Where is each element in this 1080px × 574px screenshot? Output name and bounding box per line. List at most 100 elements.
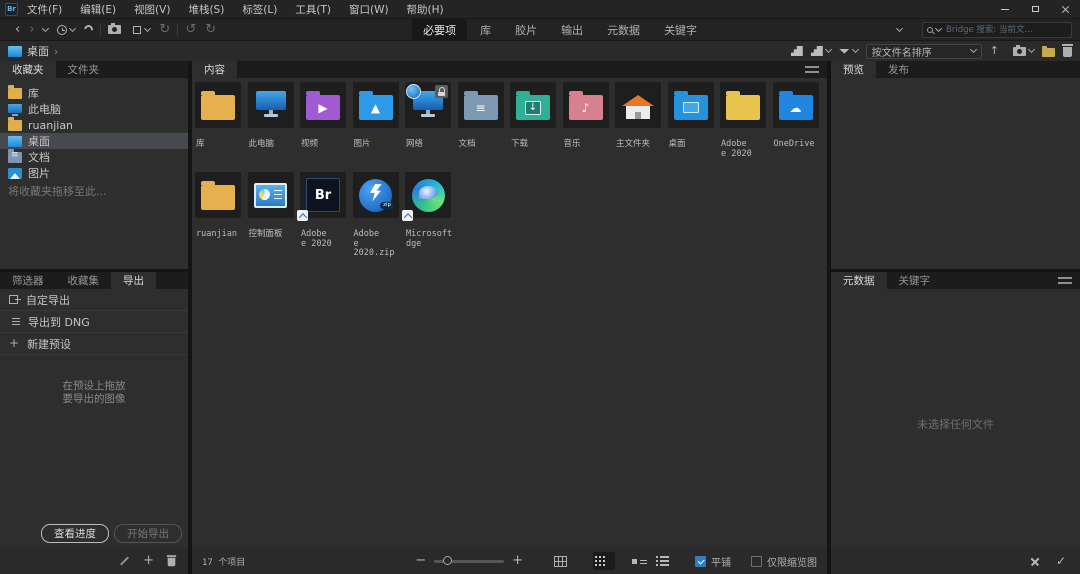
content-item-tile[interactable]	[668, 82, 714, 128]
apply-check-icon[interactable]: ✓	[1056, 556, 1066, 566]
menu-item[interactable]: 帮助(H)	[398, 2, 453, 17]
details-view-button[interactable]	[623, 552, 645, 570]
back-button[interactable]: ‹	[15, 25, 20, 35]
content-item[interactable]: ≡ 文档	[458, 82, 504, 172]
panel-tab[interactable]: 收藏夹	[0, 61, 56, 78]
content-item-tile[interactable]: ☁	[773, 82, 819, 128]
content-item-tile[interactable]: ≡	[458, 82, 504, 128]
zoom-in-button[interactable]: +	[512, 556, 523, 566]
content-item[interactable]: 主文件夹	[615, 82, 661, 172]
slider-thumb[interactable]	[443, 556, 452, 565]
workspace-tab[interactable]: 输出	[550, 19, 594, 41]
delete-button[interactable]	[1063, 47, 1072, 57]
filter-dropdown[interactable]	[839, 49, 858, 54]
panel-tab[interactable]: 预览	[831, 61, 876, 78]
content-item[interactable]: ruanjian	[195, 172, 241, 262]
menu-item[interactable]: 窗口(W)	[340, 2, 398, 17]
sort-ascending-button[interactable]: ↑	[990, 46, 999, 56]
menu-item[interactable]: 编辑(E)	[71, 2, 125, 17]
zoom-out-button[interactable]: −	[415, 556, 426, 566]
favorite-item[interactable]: 图片	[0, 165, 188, 181]
thumbnail-view-button[interactable]	[593, 552, 615, 570]
rotate-right-button[interactable]: ↻	[205, 25, 216, 35]
content-item[interactable]: 库	[195, 82, 241, 172]
menu-item[interactable]: 堆栈(S)	[179, 2, 233, 17]
close-button[interactable]	[1050, 0, 1080, 18]
content-item[interactable]: ▲ 图片	[353, 82, 399, 172]
menu-item[interactable]: 视图(V)	[125, 2, 179, 17]
export-item[interactable]: + 新建预设	[0, 333, 188, 355]
add-plus-icon[interactable]: +	[143, 556, 154, 566]
workspace-tab[interactable]: 关键字	[653, 19, 708, 41]
content-item[interactable]: ☁ OneDrive	[773, 82, 819, 172]
content-item[interactable]: Br Adobe e 2020	[300, 172, 346, 262]
tab-content[interactable]: 内容	[192, 61, 237, 78]
content-item-tile[interactable]: zip	[353, 172, 399, 218]
content-item-tile[interactable]: ♪	[563, 82, 609, 128]
chevron-down-icon[interactable]	[42, 24, 49, 31]
content-item-tile[interactable]	[195, 172, 241, 218]
view-progress-button[interactable]: 查看进度	[41, 524, 109, 543]
export-item[interactable]: 自定导出	[0, 289, 188, 311]
content-item-tile[interactable]: ↓	[510, 82, 556, 128]
get-photos-camera-button[interactable]	[108, 25, 121, 34]
content-item-tile[interactable]: ▶	[300, 82, 346, 128]
workspace-chevron-icon[interactable]	[896, 24, 903, 31]
thumbnail-size-slider[interactable]	[434, 560, 504, 563]
tile-checkbox[interactable]	[695, 556, 706, 567]
content-item[interactable]: 网络	[405, 82, 451, 172]
favorite-item[interactable]: 此电脑	[0, 101, 188, 117]
sort-select[interactable]: 按文件名排序	[866, 44, 982, 59]
workspace-tab[interactable]: 胶片	[504, 19, 548, 41]
content-item-tile[interactable]	[405, 172, 451, 218]
content-item-tile[interactable]	[720, 82, 766, 128]
grid-lock-button[interactable]	[549, 552, 571, 570]
content-item-tile[interactable]	[248, 172, 294, 218]
content-item[interactable]: 桌面	[668, 82, 714, 172]
panel-tab[interactable]: 筛选器	[0, 272, 56, 289]
content-item[interactable]: Adobe e 2020	[720, 82, 766, 172]
breadcrumb[interactable]: 桌面 ›	[8, 43, 58, 59]
favorite-item[interactable]: 桌面	[0, 133, 188, 149]
tile-checkbox-row[interactable]: 平铺	[695, 554, 731, 569]
workspace-tab[interactable]: 必要项	[412, 19, 467, 41]
list-view-button[interactable]	[653, 552, 675, 570]
boomerang-return-button[interactable]	[83, 23, 96, 36]
thumb-only-checkbox[interactable]	[751, 556, 762, 567]
chevron-down-icon[interactable]	[935, 24, 942, 31]
menu-item[interactable]: 工具(T)	[286, 2, 340, 17]
content-item[interactable]: ↓ 下载	[510, 82, 556, 172]
rotate-left-button[interactable]: ↺	[185, 25, 196, 35]
content-item[interactable]: ▶ 视频	[300, 82, 346, 172]
import-camera-button[interactable]	[1013, 47, 1034, 56]
refine-button[interactable]	[130, 26, 150, 34]
panel-menu-icon[interactable]	[805, 66, 819, 73]
filter-rating-dropdown[interactable]	[811, 46, 831, 56]
panel-menu-icon[interactable]	[1058, 277, 1072, 284]
menu-item[interactable]: 标签(L)	[233, 2, 286, 17]
workspace-tab[interactable]: 库	[469, 19, 502, 41]
content-item-tile[interactable]: Br	[300, 172, 346, 218]
content-item[interactable]: ♪ 音乐	[563, 82, 609, 172]
refresh-button[interactable]: ↻	[159, 25, 170, 35]
favorite-item[interactable]: 库	[0, 85, 188, 101]
content-item-tile[interactable]	[195, 82, 241, 128]
content-item[interactable]: 控制面板	[248, 172, 294, 262]
content-item-tile[interactable]	[615, 82, 661, 128]
new-folder-button[interactable]	[1042, 48, 1055, 57]
panel-tab[interactable]: 文件夹	[56, 61, 112, 78]
favorite-item[interactable]: ruanjian	[0, 117, 188, 133]
forward-button[interactable]: ›	[29, 25, 34, 35]
content-item[interactable]: 此电脑	[248, 82, 294, 172]
start-export-button[interactable]: 开始导出	[114, 524, 182, 543]
export-item[interactable]: 导出到 DNG	[0, 311, 188, 333]
restore-button[interactable]	[1020, 0, 1050, 18]
delete-trash-icon[interactable]	[168, 558, 176, 567]
filter-rating-stairs-icon[interactable]	[791, 46, 803, 56]
panel-tab[interactable]: 元数据	[831, 272, 887, 289]
thumb-only-checkbox-row[interactable]: 仅限缩览图	[751, 554, 817, 569]
panel-tab[interactable]: 发布	[876, 61, 921, 78]
minimize-button[interactable]	[990, 0, 1020, 18]
workspace-tab[interactable]: 元数据	[596, 19, 651, 41]
content-item-tile[interactable]: ▲	[353, 82, 399, 128]
